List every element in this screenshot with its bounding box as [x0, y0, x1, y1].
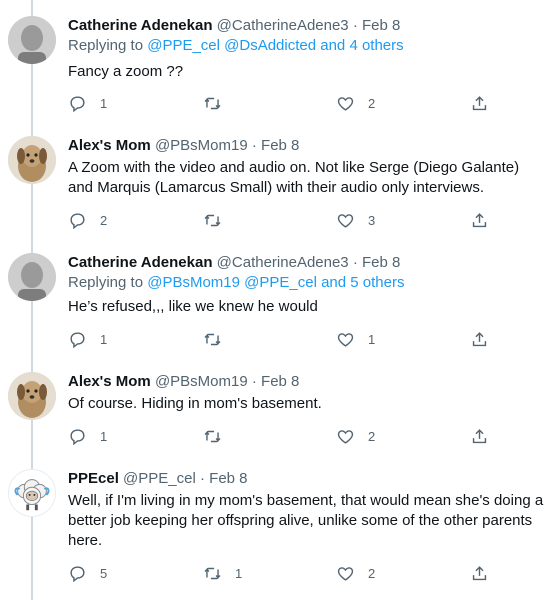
like-count: 3 [368, 212, 376, 228]
retweet-icon [204, 430, 221, 442]
reply-count: 2 [100, 212, 108, 228]
author-name[interactable]: Alex's Mom [68, 373, 151, 390]
tweet-date[interactable]: Feb 8 [261, 137, 299, 154]
retweet-count: 1 [235, 565, 243, 581]
reply-icon [70, 212, 85, 229]
share-button[interactable] [470, 325, 489, 353]
retweet-button[interactable] [203, 325, 235, 353]
heart-icon [337, 566, 354, 581]
reply-count: 1 [100, 331, 108, 347]
reply-count: 1 [100, 95, 108, 111]
tweet-actions: 2 3 [60, 206, 500, 234]
reply-button[interactable]: 1 [68, 422, 107, 450]
like-button[interactable]: 2 [336, 89, 375, 117]
tweet-actions: 1 2 [60, 422, 500, 450]
replying-prefix: Replying to [68, 274, 148, 291]
reply-icon [70, 331, 85, 348]
separator-dot: · [251, 137, 257, 154]
tweet-actions: 5 1 2 [60, 559, 500, 587]
heart-icon [337, 332, 354, 347]
tweet-header: PPEcel @PPE_cel · Feb 8 [68, 469, 548, 489]
share-button[interactable] [470, 206, 489, 234]
retweet-icon [204, 567, 221, 579]
replying-to: Replying to @PBsMom19 @PPE_cel and 5 oth… [68, 273, 548, 293]
reply-button[interactable]: 1 [68, 325, 107, 353]
heart-icon [337, 213, 354, 228]
replying-to: Replying to @PPE_cel @DsAddicted and 4 o… [68, 36, 548, 56]
like-button[interactable]: 2 [336, 422, 375, 450]
author-name[interactable]: Alex's Mom [68, 137, 151, 154]
reply-count: 1 [100, 428, 108, 444]
share-icon [472, 428, 487, 443]
tweet-date[interactable]: Feb 8 [362, 17, 400, 34]
like-count: 2 [368, 95, 376, 111]
like-count: 2 [368, 565, 376, 581]
retweet-button[interactable] [203, 206, 235, 234]
retweet-button[interactable] [203, 422, 235, 450]
author-handle[interactable]: @PBsMom19 [155, 137, 248, 154]
avatar-catherine[interactable] [8, 253, 56, 301]
tweet-text: Fancy a zoom ?? [68, 63, 184, 80]
tweet-header: Alex's Mom @PBsMom19 · Feb 8 [68, 136, 548, 156]
share-button[interactable] [470, 422, 489, 450]
reply-button[interactable]: 1 [68, 89, 107, 117]
share-icon [472, 331, 487, 346]
author-handle[interactable]: @CatherineAdene3 [217, 254, 349, 271]
replying-mentions[interactable]: @PBsMom19 @PPE_cel and 5 others [147, 274, 404, 291]
tweet-text: A Zoom with the video and audio on. Not … [68, 159, 520, 196]
share-button[interactable] [470, 559, 489, 587]
separator-dot: · [199, 470, 205, 487]
tweet-header: Catherine Adenekan @CatherineAdene3 · Fe… [68, 16, 548, 36]
tweet-header: Alex's Mom @PBsMom19 · Feb 8 [68, 372, 548, 392]
avatar-alexs-mom[interactable] [8, 372, 56, 420]
author-handle[interactable]: @PPE_cel [123, 470, 196, 487]
share-icon [472, 212, 487, 227]
separator-dot: · [352, 254, 358, 271]
like-count: 2 [368, 428, 376, 444]
like-button[interactable]: 2 [336, 559, 375, 587]
like-count: 1 [368, 331, 376, 347]
separator-dot: · [352, 17, 358, 34]
separator-dot: · [251, 373, 257, 390]
replying-prefix: Replying to [68, 37, 148, 54]
author-name[interactable]: Catherine Adenekan [68, 17, 213, 34]
tweet-text: He’s refused,,, like we knew he would [68, 298, 318, 315]
retweet-icon [204, 214, 221, 226]
replying-mentions[interactable]: @PPE_cel @DsAddicted and 4 others [147, 37, 403, 54]
reply-button[interactable]: 2 [68, 206, 107, 234]
author-name[interactable]: PPEcel [68, 470, 119, 487]
tweet-date[interactable]: Feb 8 [261, 373, 299, 390]
heart-icon [337, 96, 354, 111]
avatar-catherine[interactable] [8, 16, 56, 64]
author-handle[interactable]: @CatherineAdene3 [217, 17, 349, 34]
share-icon [472, 95, 487, 110]
share-button[interactable] [470, 89, 489, 117]
tweet-text: Well, if I'm living in my mom's basement… [68, 492, 544, 549]
reply-icon [70, 95, 85, 112]
retweet-button[interactable] [203, 89, 235, 117]
retweet-button[interactable]: 1 [203, 559, 242, 587]
share-icon [472, 565, 487, 580]
reply-icon [70, 565, 85, 582]
reply-button[interactable]: 5 [68, 559, 107, 587]
tweet-header: Catherine Adenekan @CatherineAdene3 · Fe… [68, 253, 548, 273]
tweet-actions: 1 1 [60, 325, 500, 353]
avatar-ppecel[interactable] [8, 469, 56, 517]
retweet-icon [204, 333, 221, 345]
like-button[interactable]: 1 [336, 325, 375, 353]
tweet-date[interactable]: Feb 8 [209, 470, 247, 487]
reply-count: 5 [100, 565, 108, 581]
author-name[interactable]: Catherine Adenekan [68, 254, 213, 271]
reply-icon [70, 428, 85, 445]
heart-icon [337, 429, 354, 444]
author-handle[interactable]: @PBsMom19 [155, 373, 248, 390]
retweet-icon [204, 97, 221, 109]
avatar-alexs-mom[interactable] [8, 136, 56, 184]
tweet-actions: 1 2 [60, 89, 500, 117]
tweet-text: Of course. Hiding in mom's basement. [68, 395, 322, 412]
like-button[interactable]: 3 [336, 206, 375, 234]
tweet-date[interactable]: Feb 8 [362, 254, 400, 271]
